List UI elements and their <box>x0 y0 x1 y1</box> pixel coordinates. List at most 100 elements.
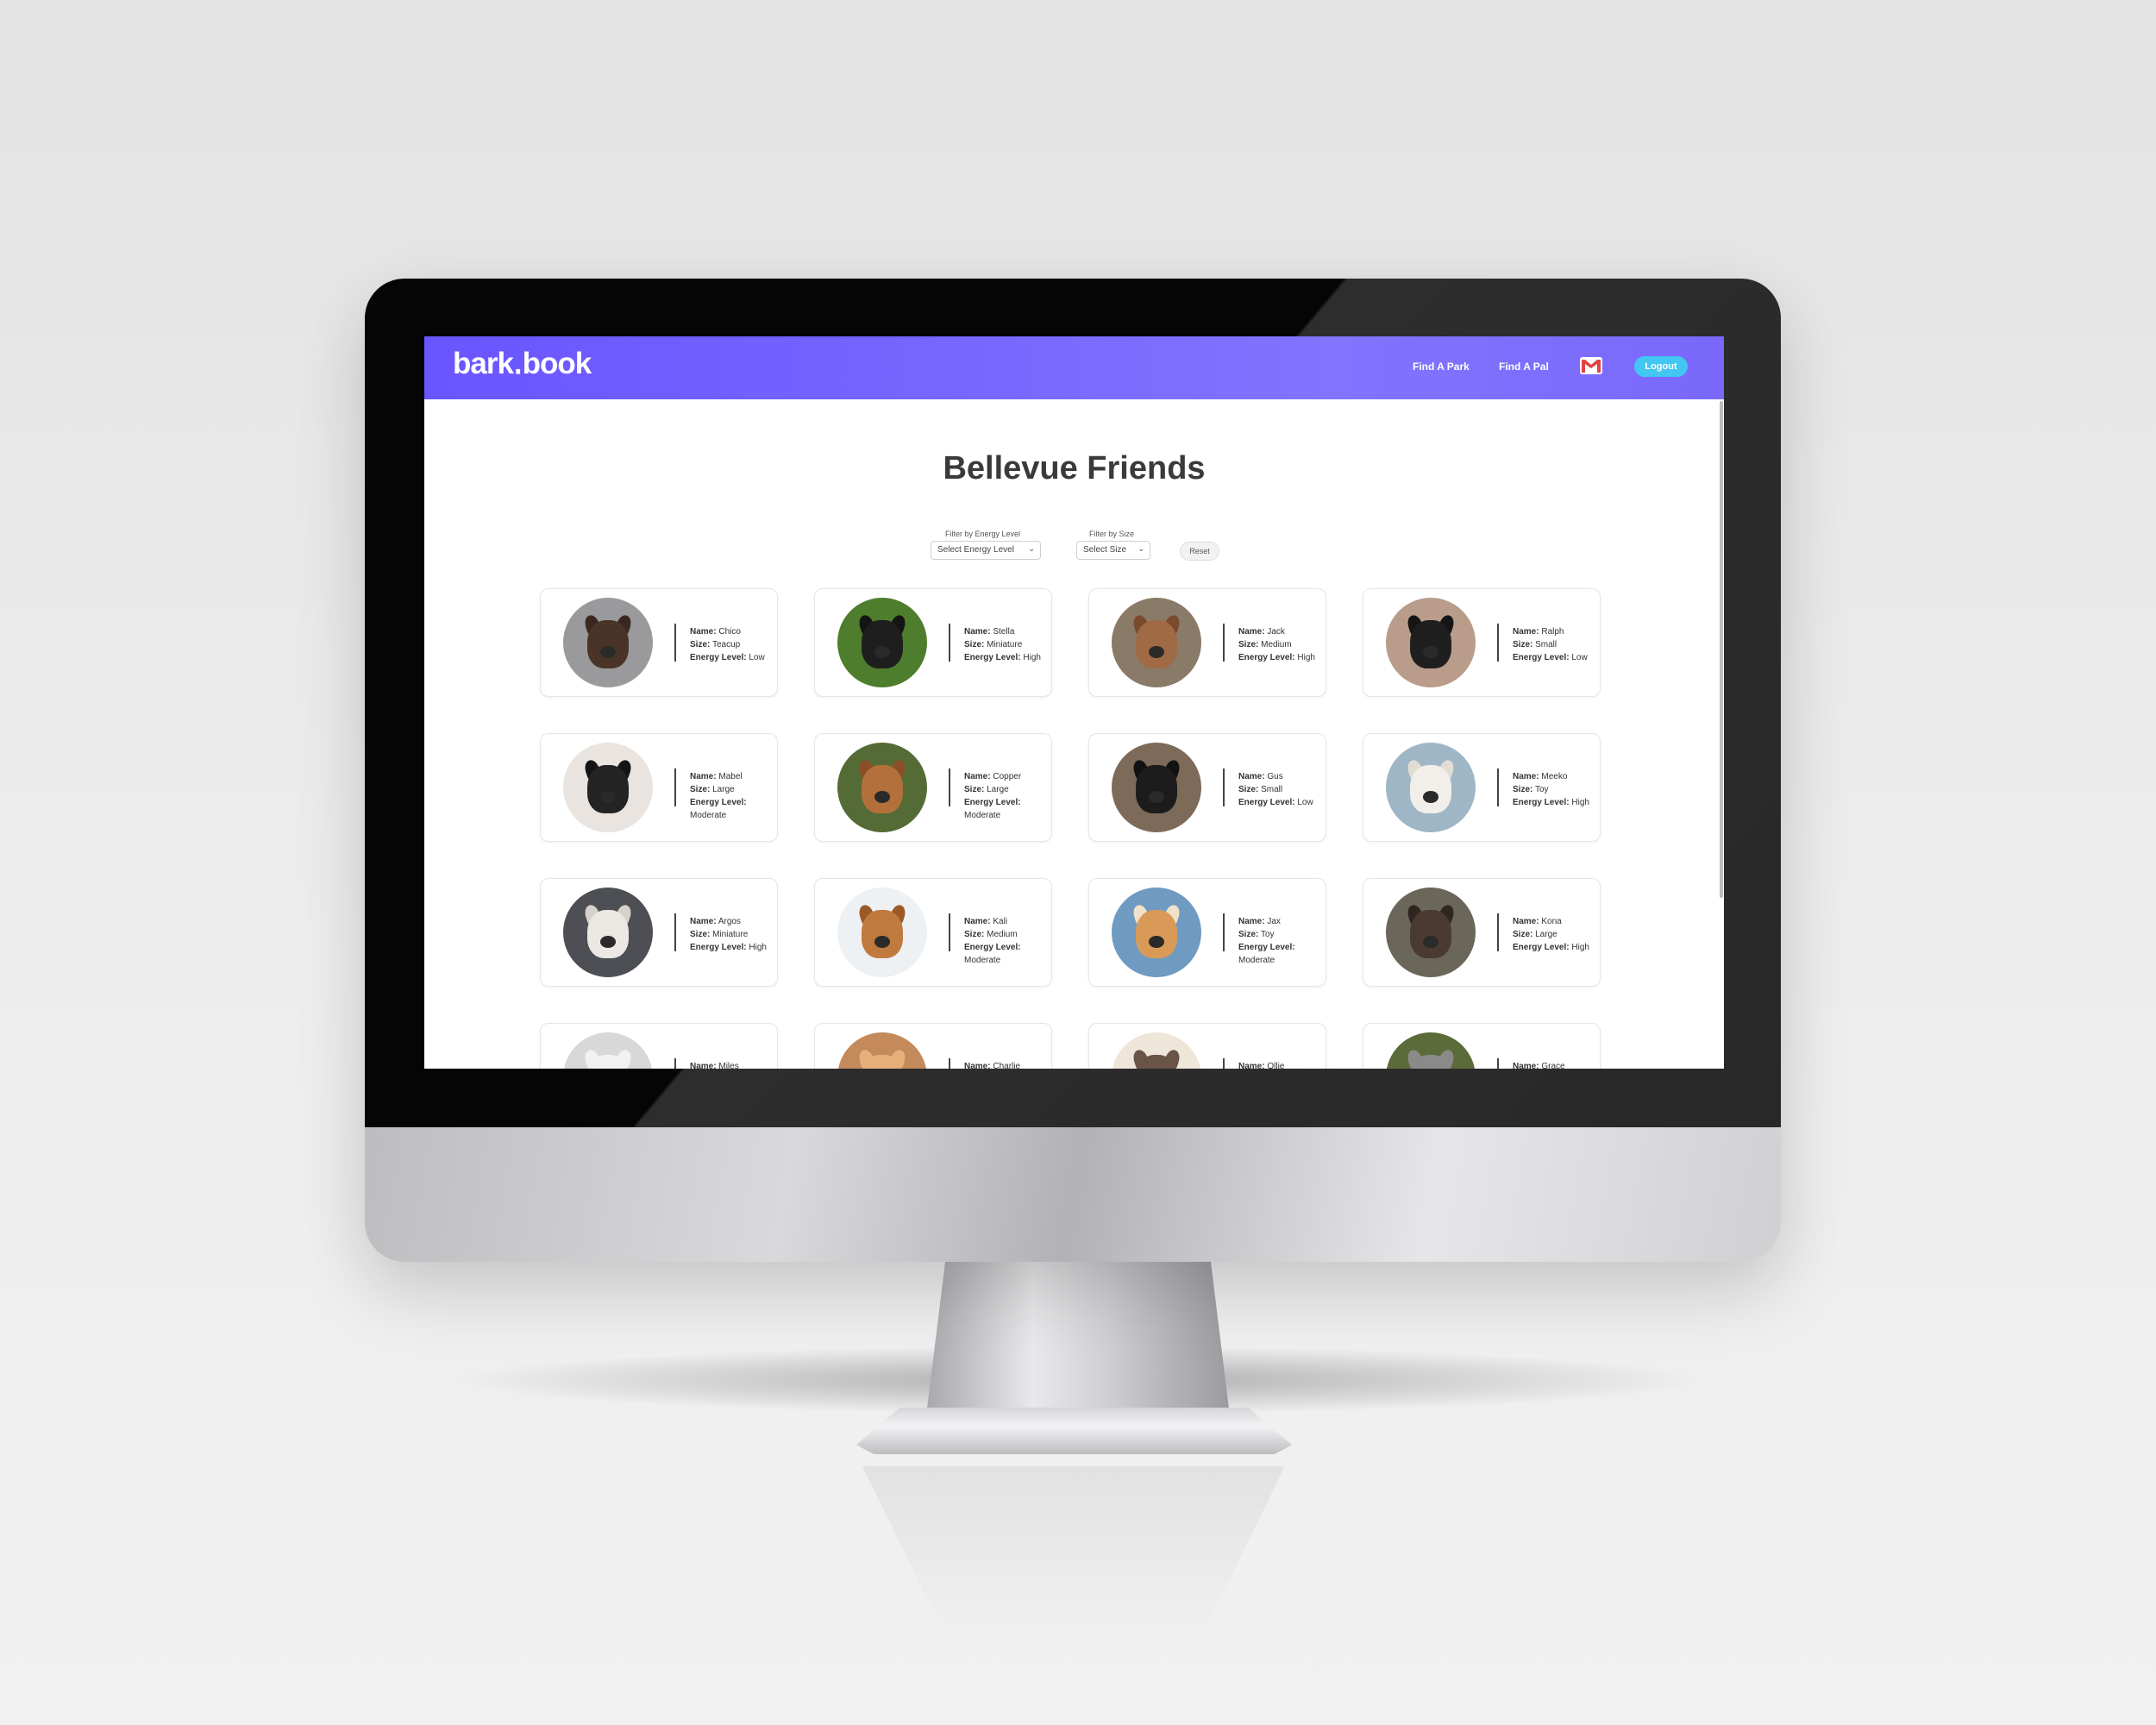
dog-card[interactable]: Name: Grace <box>1363 1023 1601 1069</box>
dog-card[interactable]: Name: Miles <box>540 1023 778 1069</box>
dog-energy-row: Energy Level: High <box>690 941 767 954</box>
dog-size-value: Miniature <box>712 930 749 939</box>
reset-button[interactable]: Reset <box>1180 542 1219 561</box>
dog-card[interactable]: Name: Jax Size: Toy Energy Level: Moderate <box>1088 878 1326 987</box>
dog-card[interactable]: Name: Argos Size: Miniature Energy Level: … <box>540 878 778 987</box>
dog-card[interactable]: Name: Meeko Size: Toy Energy Level: High <box>1363 733 1601 842</box>
dog-photo <box>837 888 927 977</box>
dog-info: Name: Chico Size: Teacup Energy Level: Low <box>690 625 765 664</box>
dog-name-label: Name: <box>964 772 991 781</box>
barkbook-logo[interactable]: bark․book <box>453 347 592 381</box>
dog-name-label: Name: <box>964 1062 991 1069</box>
dog-name-label: Name: <box>1513 772 1539 781</box>
dog-size-label: Size: <box>690 785 711 794</box>
dog-size-value: Toy <box>1534 785 1549 794</box>
dog-size-row: Size: Small <box>1238 783 1313 796</box>
dog-energy-value: Moderate <box>964 956 1001 965</box>
dog-card[interactable]: Name: Mabel Size: Large Energy Level: Mode… <box>540 733 778 842</box>
dog-name-value: Kali <box>993 917 1008 926</box>
dog-energy-value: High <box>1571 943 1589 952</box>
dog-photo <box>1112 743 1201 832</box>
dog-card[interactable]: Name: Charlie <box>814 1023 1052 1069</box>
dog-info: Name: Ralph Size: Small Energy Level: Low <box>1513 625 1588 664</box>
dog-card[interactable]: Name: Ralph Size: Small Energy Level: Low <box>1363 588 1601 697</box>
dog-energy-row: Energy Level: Moderate <box>964 941 1051 967</box>
dog-energy-row: Energy Level: High <box>1513 796 1589 809</box>
stand-reflection <box>862 1466 1285 1639</box>
card-divider <box>949 768 950 806</box>
dog-energy-value: Low <box>1297 798 1313 807</box>
monitor-stand <box>927 1262 1229 1408</box>
dog-size-label: Size: <box>1238 930 1259 939</box>
size-select[interactable]: Select Size ⌄ <box>1076 541 1150 560</box>
card-divider <box>1497 624 1499 662</box>
dog-size-label: Size: <box>964 640 985 649</box>
dog-energy-row: Energy Level: High <box>1238 651 1315 664</box>
dog-size-label: Size: <box>964 785 985 794</box>
dog-size-value: Large <box>987 785 1009 794</box>
dog-name-row: Name: Jax <box>1238 915 1326 928</box>
dog-energy-label: Energy Level: <box>1238 653 1295 662</box>
dog-energy-value: Low <box>1571 653 1588 662</box>
dog-card[interactable]: Name: Copper Size: Large Energy Level: Mod… <box>814 733 1052 842</box>
mail-icon[interactable] <box>1580 357 1602 374</box>
dog-size-row: Size: Teacup <box>690 638 765 651</box>
dog-name-row: Name: Kali <box>964 915 1051 928</box>
dog-name-row: Name: Ollie <box>1238 1060 1284 1069</box>
dog-size-row: Size: Medium <box>964 928 1051 941</box>
dog-card[interactable]: Name: Jack Size: Medium Energy Level: High <box>1088 588 1326 697</box>
dog-name-label: Name: <box>690 1062 717 1069</box>
dog-name-value: Jack <box>1267 627 1285 637</box>
dog-energy-label: Energy Level: <box>1513 943 1570 952</box>
dog-size-label: Size: <box>1513 640 1533 649</box>
dog-size-value: Toy <box>1260 930 1275 939</box>
dog-photo <box>563 888 653 977</box>
card-divider <box>1497 913 1499 951</box>
dog-name-value: Jax <box>1267 917 1281 926</box>
dog-info: Name: Copper Size: Large Energy Level: Mod… <box>964 770 1051 822</box>
dog-info: Name: Kali Size: Medium Energy Level: Mode… <box>964 915 1051 967</box>
dog-name-row: Name: Gus <box>1238 770 1313 783</box>
dog-size-label: Size: <box>1513 785 1533 794</box>
dog-card[interactable]: Name: Kali Size: Medium Energy Level: Mode… <box>814 878 1052 987</box>
dog-photo <box>563 598 653 687</box>
dog-name-row: Name: Grace <box>1513 1060 1565 1069</box>
card-divider <box>1497 768 1499 806</box>
size-select-value: Select Size <box>1083 545 1127 555</box>
dog-name-value: Ollie <box>1267 1062 1285 1069</box>
nav-find-a-park[interactable]: Find A Park <box>1413 361 1470 373</box>
dog-info: Name: Gus Size: Small Energy Level: Low <box>1238 770 1313 809</box>
dog-info: Name: Kona Size: Large Energy Level: High <box>1513 915 1589 954</box>
dog-info: Name: Charlie <box>964 1060 1020 1069</box>
dog-photo <box>837 1032 927 1069</box>
dog-card[interactable]: Name: Chico Size: Teacup Energy Level: Low <box>540 588 778 697</box>
dog-info: Name: Miles <box>690 1060 739 1069</box>
dog-name-label: Name: <box>1238 627 1265 637</box>
dog-energy-value: Moderate <box>690 811 727 820</box>
dog-name-value: Ralph <box>1541 627 1564 637</box>
dog-info: Name: Jack Size: Medium Energy Level: High <box>1238 625 1315 664</box>
dog-name-row: Name: Kona <box>1513 915 1589 928</box>
dog-name-row: Name: Copper <box>964 770 1051 783</box>
energy-level-select[interactable]: Select Energy Level ⌄ <box>931 541 1041 560</box>
chevron-down-icon: ⌄ <box>1138 544 1144 553</box>
dog-size-value: Large <box>1535 930 1557 939</box>
dog-photo <box>1112 598 1201 687</box>
dog-card[interactable]: Name: Gus Size: Small Energy Level: Low <box>1088 733 1326 842</box>
card-divider <box>1223 768 1225 806</box>
dog-card[interactable]: Name: Stella Size: Miniature Energy Level:… <box>814 588 1052 697</box>
logout-button[interactable]: Logout <box>1634 356 1688 377</box>
dog-card[interactable]: Name: Kona Size: Large Energy Level: High <box>1363 878 1601 987</box>
dog-size-label: Size: <box>690 930 711 939</box>
dog-name-label: Name: <box>690 772 717 781</box>
dog-photo <box>1112 1032 1201 1069</box>
dog-photo <box>837 598 927 687</box>
card-divider <box>1223 1058 1225 1069</box>
dog-energy-label: Energy Level: <box>1513 653 1570 662</box>
dog-name-row: Name: Mabel <box>690 770 777 783</box>
dog-name-label: Name: <box>964 627 991 637</box>
dog-energy-row: Energy Level: Low <box>1238 796 1313 809</box>
nav-find-a-pal[interactable]: Find A Pal <box>1499 361 1549 373</box>
dog-card[interactable]: Name: Ollie <box>1088 1023 1326 1069</box>
card-divider <box>949 624 950 662</box>
